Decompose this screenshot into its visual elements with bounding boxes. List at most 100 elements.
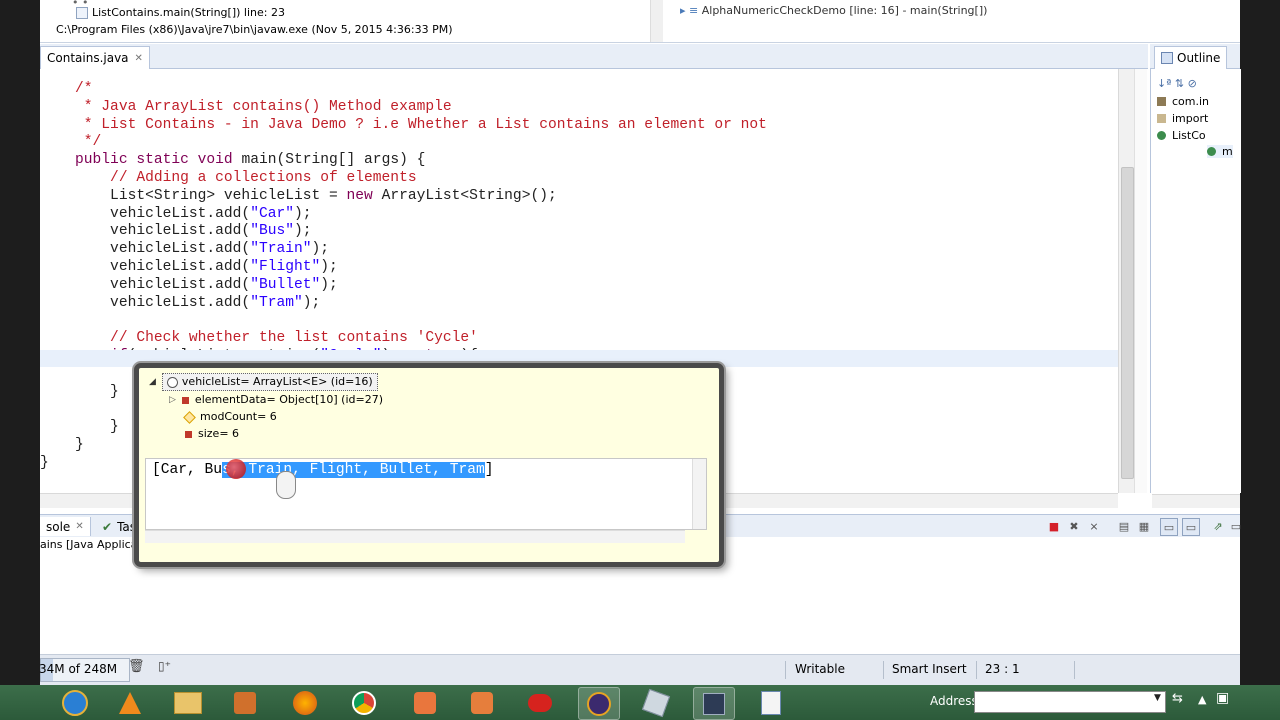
value-detail-pane[interactable]: [Car, Bus, Train, Flight, Bullet, Tram] [145,458,707,530]
code-line: * List Contains - in Java Demo ? i.e Whe… [40,116,767,133]
scroll-thumb[interactable] [1121,167,1134,479]
outline-item-imports[interactable]: import [1157,112,1208,125]
outline-item-label: com.in [1172,95,1210,108]
code-line: public static void main(String[] args) { [75,152,426,169]
heap-status[interactable]: 34M of 248M [39,658,130,682]
code-line: */ [40,134,102,151]
editor-vertical-scrollbar[interactable] [1118,69,1135,493]
address-label: Address [930,694,978,708]
trash-icon[interactable]: 🗑 [128,659,145,675]
outline-toolbar-icons[interactable]: ↓ª ⇅ ⊘ [1157,77,1197,90]
tree-row-modcount[interactable]: modCount= 6 [183,409,277,425]
pin-console-icon[interactable]: ▭ [1160,518,1178,536]
outline-tab-strip: Outline [1150,44,1240,69]
tab-outline[interactable]: Outline [1154,46,1228,69]
console-tab-label: sole [46,519,71,534]
collapse-icon[interactable]: ▷ [169,392,176,408]
outline-item-label: m [1222,145,1233,158]
close-icon[interactable]: ✕ [75,521,83,532]
display-console-icon[interactable]: ▭ [1182,518,1200,536]
tree-row-root[interactable]: ◢ vehicleList= ArrayList<E> (id=16) [149,373,378,391]
terminate-icon[interactable]: ■ [1046,518,1062,534]
detail-value: [Car, Bus, Train, Flight, Bullet, Tram] [152,461,494,479]
minimize-icon[interactable]: ▭ [1228,518,1244,534]
code-line: vehicleList.add("Train"); [40,241,330,258]
outline-item-class[interactable]: ListCo [1157,129,1206,142]
code-line: } [40,383,119,400]
tab-console[interactable]: sole ✕ [40,517,91,536]
tree-row-size[interactable]: size= 6 [185,426,239,442]
open-console-icon[interactable]: ⇗ [1210,518,1226,534]
detail-text-selected: s, Train, Flight, Bullet, Tram [222,462,485,478]
go-icon[interactable]: ⇆ [1172,691,1183,706]
file-explorer-icon[interactable] [168,687,208,718]
insert-mode-status: Smart Insert [892,662,967,676]
toolbar-expand-icon[interactable]: ▲ [1198,693,1206,706]
tab-label: Contains.java [47,51,129,65]
right-frame-label: AlphaNumericCheckDemo [line: 16] - main(… [701,4,988,17]
outline-tab-label: Outline [1177,51,1221,65]
tab-contains-java[interactable]: Contains.java ✕ [40,46,150,69]
chrome-icon[interactable] [344,687,384,718]
outline-item-method[interactable]: m [1207,145,1233,158]
field-icon [181,396,189,404]
vlc-icon[interactable] [110,687,150,718]
click-indicator [226,459,246,479]
process-label: C:\Program Files (x86)\Java\jre7\bin\jav… [56,23,453,36]
mouse-cursor-icon [276,471,296,499]
fast-view-icon[interactable]: ▯⁺ [158,659,171,673]
save-disk-icon[interactable] [693,687,735,720]
firefox-icon[interactable] [285,687,325,718]
code-line: vehicleList.add("Bullet"); [40,276,338,293]
status-separator [883,661,884,679]
clear-console-icon[interactable]: ▤ [1116,518,1132,534]
address-input[interactable] [974,691,1166,713]
tree-row-elementdata[interactable]: ▷ elementData= Object[10] (id=27) [169,392,383,408]
scroll-lock-icon[interactable]: ▦ [1136,518,1152,534]
variable-icon [166,376,178,388]
document-icon[interactable] [751,687,791,718]
debug-scrollbar[interactable] [650,0,663,42]
right-frame-row[interactable]: ▸ ≡ AlphaNumericCheckDemo [line: 16] - m… [680,4,987,17]
media-player-icon[interactable] [225,687,265,718]
outline-horizontal-scrollbar[interactable] [1152,494,1240,508]
camtasia-icon[interactable] [462,687,502,718]
detail-scrollbar[interactable] [692,459,706,529]
stack-frame-row[interactable]: ListContains.main(String[]) line: 23 [76,6,285,19]
snagit-icon[interactable] [405,687,445,718]
remove-launch-icon[interactable]: ✖ [1066,518,1082,534]
class-icon [1157,131,1166,140]
root-variable[interactable]: vehicleList= ArrayList<E> (id=16) [161,373,378,391]
protected-field-icon [183,410,196,424]
variable-tree: ◢ vehicleList= ArrayList<E> (id=16) ▷ el… [145,373,705,454]
popup-horizontal-scrollbar[interactable] [145,530,685,543]
eclipse-icon[interactable] [578,687,620,720]
outline-item-package[interactable]: com.in [1157,95,1209,108]
package-icon [1157,97,1166,106]
address-dropdown-icon[interactable]: ▼ [1154,693,1161,703]
close-icon[interactable]: ✕ [135,53,143,64]
code-line: // Adding a collections of elements [40,170,417,186]
outline-icon [1161,52,1173,64]
network-icon[interactable]: ▣ [1216,690,1229,706]
tree-row-label: modCount= 6 [200,410,277,423]
code-line: vehicleList.add("Bus"); [40,223,312,240]
detail-text-before: [Car, Bu [152,462,223,478]
detail-text-after: ] [484,462,494,478]
editor-tab-strip: Contains.java ✕ [40,44,1148,69]
paint-icon[interactable] [636,687,676,718]
magnet-app-icon[interactable] [520,687,560,718]
overview-ruler[interactable] [1134,69,1147,493]
left-frame-edge [0,0,40,685]
variable-inspect-popup[interactable]: ◢ vehicleList= ArrayList<E> (id=16) ▷ el… [134,363,724,567]
code-line: } [40,437,84,453]
code-line: // Check whether the list contains 'Cycl… [40,330,478,347]
writable-status: Writable [795,662,845,676]
remove-all-icon[interactable]: ⨯ [1086,518,1102,534]
internet-explorer-icon[interactable] [55,687,95,718]
console-output[interactable] [40,553,1240,653]
windows-taskbar: Address ▼ ⇆ ▲ ▣ [0,685,1280,720]
code-line: vehicleList.add("Flight"); [40,259,338,275]
expand-icon[interactable]: ◢ [149,374,156,390]
tree-row-label: elementData= Object[10] (id=27) [194,393,383,406]
